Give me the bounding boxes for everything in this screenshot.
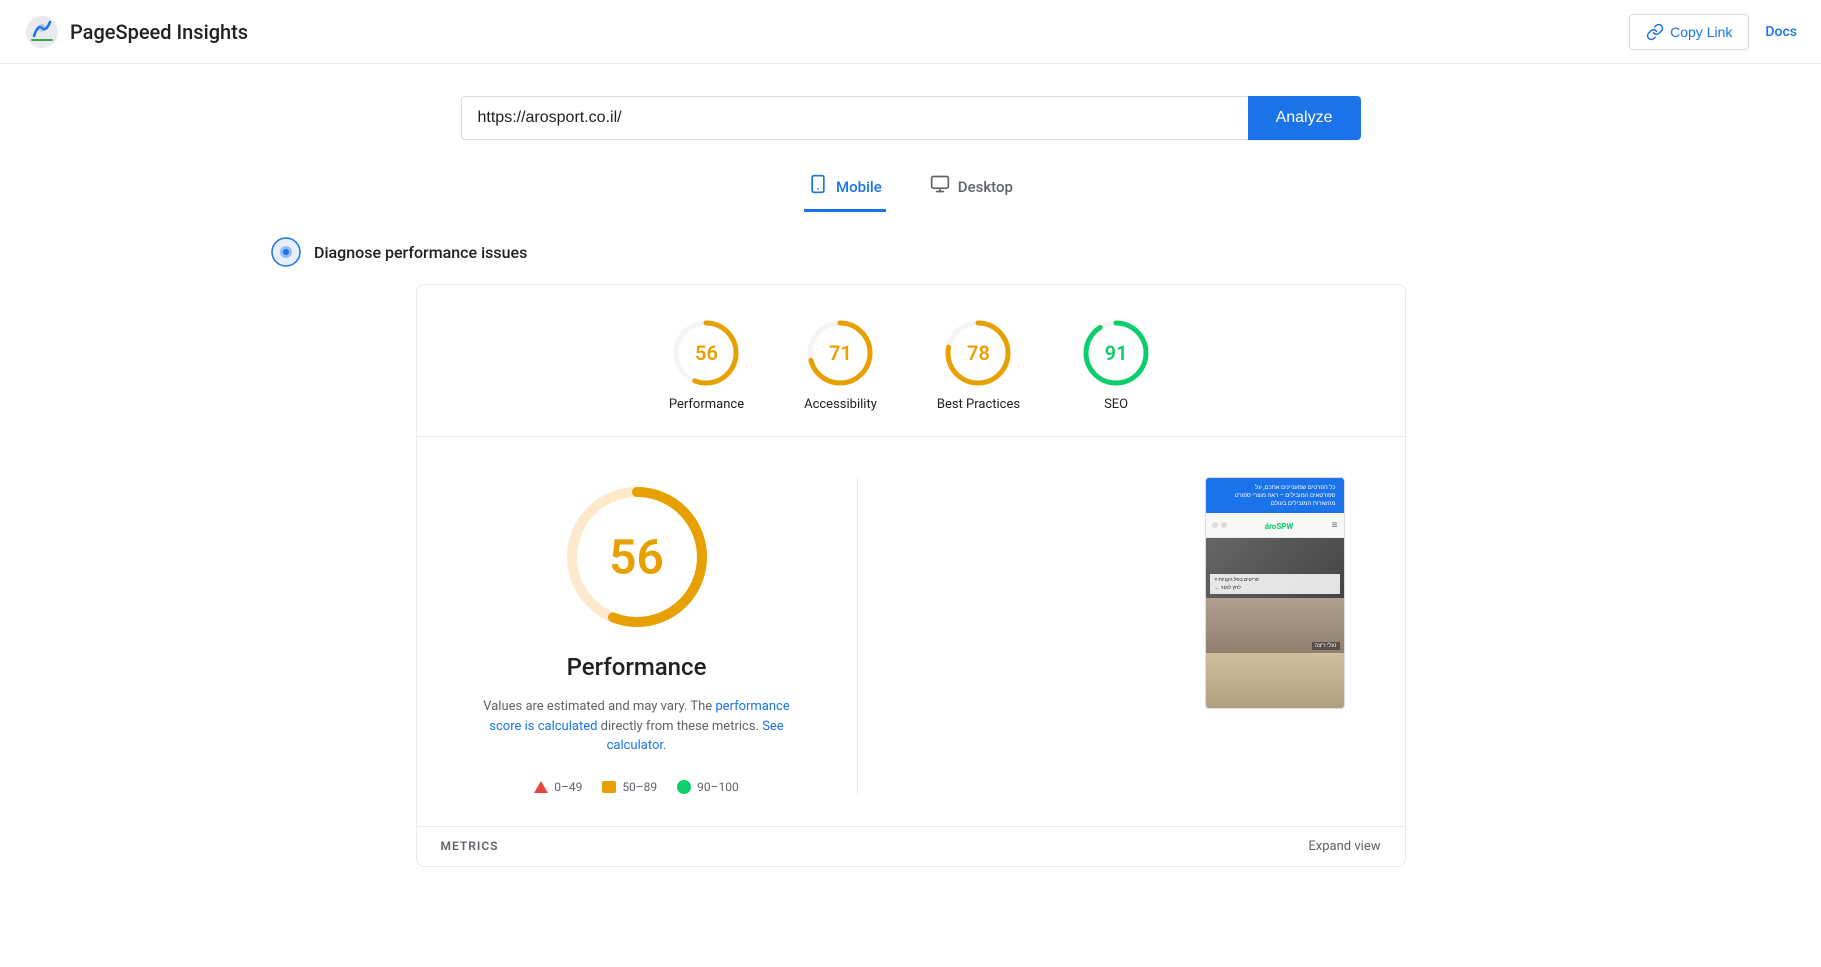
screenshot-image-2: נעלי ריצה [1206, 598, 1344, 653]
legend-orange-range: 50–89 [622, 780, 657, 794]
desktop-icon [930, 174, 950, 199]
legend-red: 0–49 [534, 780, 582, 794]
search-section: Analyze [0, 64, 1821, 156]
tab-mobile-label: Mobile [836, 178, 882, 196]
diagnose-title: Diagnose performance issues [314, 243, 527, 262]
score-circle-accessibility: 71 [804, 317, 876, 389]
vertical-divider [857, 477, 858, 794]
tab-desktop[interactable]: Desktop [926, 164, 1017, 212]
analyze-button[interactable]: Analyze [1248, 96, 1361, 140]
copy-link-button[interactable]: Copy Link [1629, 14, 1749, 50]
main-card: 56 Performance 71 Accessibility [416, 284, 1406, 867]
score-label-best-practices: Best Practices [937, 397, 1020, 412]
score-item-accessibility[interactable]: 71 Accessibility [804, 317, 877, 412]
screenshot-top-text: כל הפרטים שמעניינים אתכם, על ספורטאים המ… [1214, 484, 1336, 507]
legend-row: 0–49 50–89 90–100 [534, 780, 739, 794]
diagnose-section: Diagnose performance issues [0, 212, 1821, 284]
legend-green: 90–100 [677, 780, 739, 794]
browser-icons [1212, 522, 1227, 528]
expand-view-button[interactable]: Expand view [1308, 839, 1380, 854]
legend-orange: 50–89 [602, 780, 657, 794]
large-score-circle: 56 [557, 477, 717, 637]
screenshot-browser-bar: ároSPW ≡ [1206, 513, 1344, 538]
red-triangle-icon [534, 781, 548, 793]
docs-link[interactable]: Docs [1765, 24, 1797, 40]
score-circle-seo: 91 [1080, 317, 1152, 389]
score-label-accessibility: Accessibility [804, 397, 877, 412]
app-title: PageSpeed Insights [70, 20, 248, 44]
tab-desktop-label: Desktop [958, 178, 1013, 196]
score-label-seo: SEO [1104, 397, 1128, 412]
header-left: PageSpeed Insights [24, 14, 248, 50]
copy-link-label: Copy Link [1670, 24, 1732, 40]
score-value-accessibility: 71 [829, 341, 852, 365]
score-item-performance[interactable]: 56 Performance [669, 317, 744, 412]
screenshot-logo-text: ároSPW [1265, 522, 1294, 531]
screenshot-overlay-1: × פריטים בסל הקניות ← לחץ למנוי [1210, 574, 1340, 594]
screenshot-card: כל הפרטים שמעניינים אתכם, על ספורטאים המ… [1205, 477, 1345, 709]
green-circle-icon [677, 780, 691, 794]
browser-menu-icon: ≡ [1332, 520, 1338, 531]
perf-desc-static: Values are estimated and may vary. The [483, 699, 715, 714]
browser-dot-1 [1212, 522, 1218, 528]
perf-description: Values are estimated and may vary. The p… [477, 697, 797, 756]
scores-row: 56 Performance 71 Accessibility [417, 285, 1405, 437]
browser-dot-2 [1221, 522, 1227, 528]
perf-detail-title: Performance [567, 653, 707, 681]
legend-green-range: 90–100 [697, 780, 739, 794]
perf-gauge: 56 Performance Values are estimated and … [477, 477, 797, 794]
metrics-bar: METRICS Expand view [417, 826, 1405, 866]
screenshot-section: כל הפרטים שמעניינים אתכם, על ספורטאים המ… [918, 477, 1345, 709]
screenshot-logo-area: ároSPW [1265, 517, 1294, 533]
score-value-performance: 56 [695, 341, 718, 365]
legend-red-range: 0–49 [554, 780, 582, 794]
diagnose-icon [270, 236, 302, 268]
perf-desc-mid: directly from these metrics. [597, 719, 762, 734]
screenshot-top-bar: כל הפרטים שמעניינים אתכם, על ספורטאים המ… [1206, 478, 1344, 513]
metrics-label: METRICS [441, 839, 499, 853]
score-value-seo: 91 [1105, 341, 1128, 365]
score-circle-best-practices: 78 [942, 317, 1014, 389]
pagespeed-logo [24, 14, 60, 50]
tab-mobile[interactable]: Mobile [804, 164, 886, 212]
screenshot-image-3 [1206, 653, 1344, 708]
search-bar: Analyze [461, 96, 1361, 140]
mobile-icon [808, 174, 828, 199]
orange-square-icon [602, 781, 616, 793]
link-icon [1646, 23, 1664, 41]
header: PageSpeed Insights Copy Link Docs [0, 0, 1821, 64]
screenshot-label-2: נעלי ריצה [1312, 642, 1340, 650]
header-right: Copy Link Docs [1629, 14, 1797, 50]
score-circle-performance: 56 [670, 317, 742, 389]
detail-section: 56 Performance Values are estimated and … [417, 437, 1405, 826]
tabs-section: Mobile Desktop [0, 156, 1821, 212]
score-item-seo[interactable]: 91 SEO [1080, 317, 1152, 412]
score-label-performance: Performance [669, 397, 744, 412]
large-score-value: 56 [609, 529, 664, 586]
score-value-best-practices: 78 [967, 341, 990, 365]
screenshot-image-1: × פריטים בסל הקניות ← לחץ למנוי [1206, 538, 1344, 598]
url-input[interactable] [461, 96, 1248, 140]
score-item-best-practices[interactable]: 78 Best Practices [937, 317, 1020, 412]
